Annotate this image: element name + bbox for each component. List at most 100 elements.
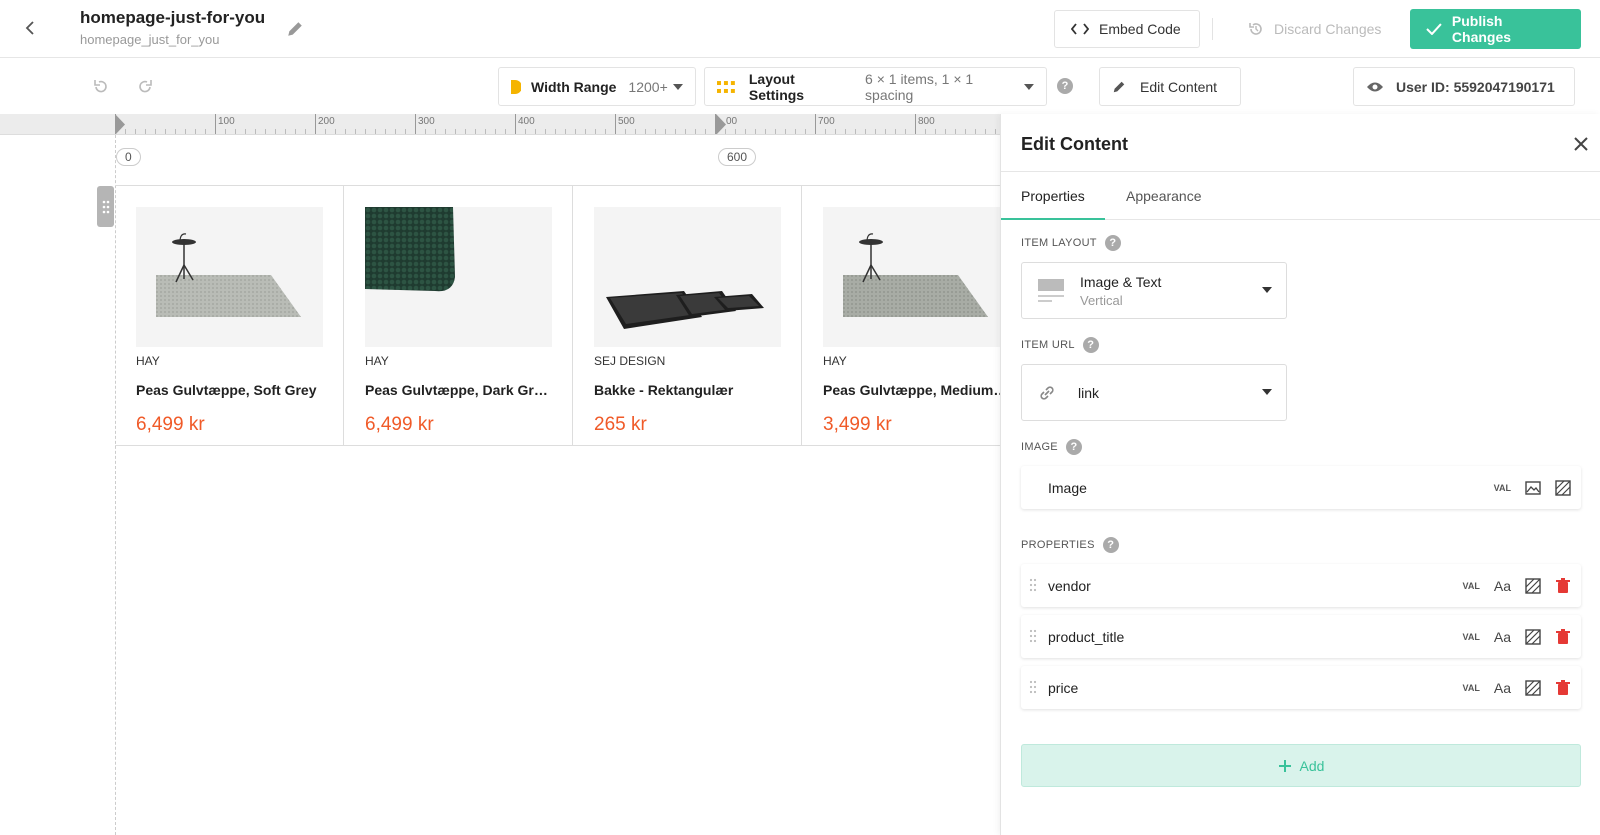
title-block: homepage-just-for-you homepage_just_for_…: [80, 8, 265, 47]
trash-icon[interactable]: [1555, 679, 1571, 696]
drag-dots-icon[interactable]: [1029, 629, 1037, 643]
item-url-value: link: [1078, 384, 1100, 401]
hatch-style-icon[interactable]: [1525, 679, 1541, 696]
item-layout-value: Image & Text: [1080, 273, 1162, 290]
width-range-dropdown[interactable]: Width Range 1200+: [498, 67, 696, 106]
value-tag[interactable]: VAL: [1463, 632, 1480, 642]
drag-dots-icon[interactable]: [1029, 578, 1037, 592]
help-icon[interactable]: ?: [1102, 537, 1119, 553]
grid-dots-icon: [717, 80, 735, 93]
edit-content-label: Edit Content: [1140, 78, 1218, 95]
panel-title: Edit Content: [1021, 134, 1128, 154]
add-property-button[interactable]: Add: [1021, 744, 1581, 787]
ruler[interactable]: 100 200 300 400 500 00 700 800: [0, 114, 1000, 135]
dark-green-rug-corner-image: [365, 207, 455, 292]
discard-changes-button[interactable]: Discard Changes: [1232, 10, 1398, 48]
drag-dots-icon: [102, 200, 109, 213]
text-style-icon[interactable]: Aa: [1494, 680, 1511, 696]
image-field-row[interactable]: Image VAL: [1021, 466, 1581, 509]
value-tag[interactable]: VAL: [1463, 581, 1480, 591]
help-icon[interactable]: ?: [1104, 235, 1121, 251]
drag-handle[interactable]: [97, 186, 114, 227]
properties-section-label: PROPERTIES ?: [1021, 537, 1119, 553]
layout-settings-value: 6 × 1 items, 1 × 1 spacing: [865, 70, 974, 103]
page-title: homepage-just-for-you: [80, 8, 266, 27]
help-icon[interactable]: ?: [1057, 78, 1073, 94]
product-card[interactable]: HAY Peas Gulvtæppe, Medium… 3,499 kr: [802, 186, 1000, 445]
position-badge-start: 0: [116, 148, 141, 166]
user-id-button[interactable]: User ID: 5592047190171: [1353, 67, 1575, 106]
property-name: vendor: [1048, 577, 1091, 594]
caret-down-icon: [1262, 389, 1272, 395]
embed-code-button[interactable]: Embed Code: [1054, 10, 1200, 48]
ruler-label: 100: [218, 116, 235, 127]
value-tag[interactable]: VAL: [1494, 483, 1511, 493]
link-icon: [1040, 385, 1054, 400]
embed-code-label: Embed Code: [1099, 21, 1181, 37]
trash-icon[interactable]: [1555, 628, 1571, 645]
top-bar: homepage-just-for-you homepage_just_for_…: [0, 0, 1600, 58]
back-button[interactable]: [18, 16, 42, 40]
product-vendor: HAY: [136, 354, 160, 368]
trash-icon[interactable]: [1555, 577, 1571, 594]
hatch-style-icon[interactable]: [1555, 479, 1571, 496]
width-range-label: Width Range: [531, 78, 617, 95]
product-image: [594, 207, 781, 347]
image-icon[interactable]: [1525, 480, 1541, 496]
product-image: [823, 207, 1000, 347]
property-name: price: [1048, 679, 1079, 696]
property-name: product_title: [1048, 628, 1125, 645]
ruler-label: 400: [518, 116, 535, 127]
hatch-style-icon[interactable]: [1525, 577, 1541, 594]
item-layout-label: ITEM LAYOUT: [1021, 237, 1097, 249]
toolbar: Width Range 1200+ Layout Settings 6 × 1 …: [0, 58, 1600, 114]
discard-changes-label: Discard Changes: [1274, 21, 1382, 37]
close-icon[interactable]: [1571, 134, 1591, 154]
product-title: Peas Gulvtæppe, Medium…: [823, 382, 1000, 398]
ruler-ticks: [115, 114, 1000, 134]
caret-down-icon: [673, 83, 683, 90]
width-range-value: 1200+: [628, 78, 668, 95]
product-price: 265 kr: [594, 414, 647, 435]
publish-changes-button[interactable]: Publish Changes: [1410, 9, 1581, 49]
pencil-icon: [1113, 81, 1125, 92]
product-image: [136, 207, 323, 347]
layout-settings-dropdown[interactable]: Layout Settings 6 × 1 items, 1 × 1 spaci…: [704, 67, 1047, 106]
product-card[interactable]: SEJ DESIGN Bakke - Rektangulær 265 kr: [573, 186, 802, 445]
pencil-icon[interactable]: [286, 20, 304, 38]
tab-properties[interactable]: Properties: [1001, 172, 1105, 220]
ruler-label: 00: [726, 116, 738, 127]
text-style-icon[interactable]: Aa: [1494, 578, 1511, 594]
layout-settings-label: Layout Settings: [748, 70, 805, 103]
item-url-label: ITEM URL: [1021, 339, 1075, 351]
eye-icon: [1367, 82, 1383, 91]
add-label: Add: [1299, 757, 1325, 774]
property-row-vendor[interactable]: vendor VAL Aa: [1021, 564, 1581, 607]
property-row-product-title[interactable]: product_title VAL Aa: [1021, 615, 1581, 658]
property-actions: VAL Aa: [1463, 666, 1571, 709]
product-image: [365, 207, 552, 347]
property-row-price[interactable]: price VAL Aa: [1021, 666, 1581, 709]
undo-icon[interactable]: [92, 78, 110, 96]
help-icon[interactable]: ?: [1065, 439, 1082, 455]
property-actions: VAL Aa: [1463, 564, 1571, 607]
page-subtitle: homepage_just_for_you: [80, 32, 220, 47]
product-price: 6,499 kr: [365, 414, 434, 435]
tab-appearance[interactable]: Appearance: [1106, 172, 1222, 220]
item-url-select[interactable]: link: [1021, 364, 1287, 421]
help-icon[interactable]: ?: [1082, 337, 1099, 353]
product-price: 6,499 kr: [136, 414, 205, 435]
drag-dots-icon[interactable]: [1029, 680, 1037, 694]
caret-down-icon: [1262, 287, 1272, 293]
value-tag[interactable]: VAL: [1463, 683, 1480, 693]
ruler-label: 500: [618, 116, 635, 127]
item-layout-select[interactable]: Image & Text Vertical: [1021, 262, 1287, 319]
edit-content-panel: Edit Content Properties Appearance ITEM …: [1000, 114, 1600, 835]
product-card[interactable]: HAY Peas Gulvtæppe, Soft Grey 6,499 kr: [115, 186, 344, 445]
redo-icon[interactable]: [136, 78, 154, 96]
product-card[interactable]: HAY Peas Gulvtæppe, Dark Gr… 6,499 kr: [344, 186, 573, 445]
text-style-icon[interactable]: Aa: [1494, 629, 1511, 645]
image-field-name: Image: [1048, 479, 1087, 496]
edit-content-button[interactable]: Edit Content: [1099, 67, 1241, 106]
hatch-style-icon[interactable]: [1525, 628, 1541, 645]
